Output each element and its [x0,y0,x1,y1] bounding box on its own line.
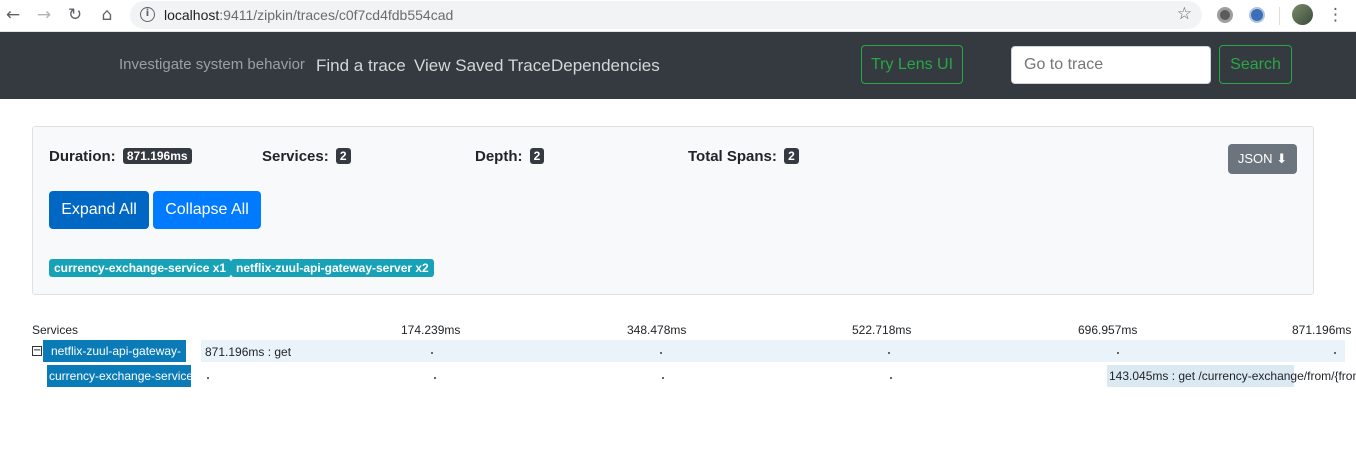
services-badge: 2 [335,148,351,164]
nav-view-saved-trace[interactable]: View Saved Trace [414,56,551,76]
brand-tagline: Investigate system behavior [119,56,305,73]
total-spans-badge: 2 [784,148,799,164]
collapse-toggle-icon[interactable]: − [32,346,42,356]
services-stat: Services: 2 [262,148,351,165]
grid-dot [1117,352,1119,354]
profile-avatar[interactable] [1292,4,1313,25]
nav-find-trace[interactable]: Find a trace [316,56,406,76]
service-badge-zuul-gateway[interactable]: netflix-zuul-api-gateway-server x2 [231,259,434,277]
back-icon[interactable]: ← [2,4,24,26]
toolbar-divider [1279,7,1280,25]
grid-dot [660,352,662,354]
grid-dot [1334,352,1336,354]
depth-stat: Depth: 2 [475,148,545,165]
grid-dot [888,352,890,354]
span-label[interactable]: 871.196ms : get [205,345,291,359]
depth-label: Depth: [475,148,523,165]
url-path: :9411/zipkin/traces/c0f7cd4fdb554cad [219,7,454,23]
nav-dependencies[interactable]: Dependencies [551,56,660,76]
bookmark-star-icon[interactable]: ☆ [1177,4,1192,24]
extension-icon[interactable] [1249,7,1265,23]
timeline-tick: 871.196ms [1292,323,1352,337]
grid-dot [434,377,436,379]
json-button-label: JSON [1237,151,1273,166]
duration-stat: Duration: 871.196ms [49,148,192,165]
span-label[interactable]: 143.045ms : get /currency-exchange/from/… [1109,369,1356,383]
go-to-trace-input[interactable] [1011,46,1211,84]
grid-dot [890,377,892,379]
trace-timeline: Services 174.239ms 348.478ms 522.718ms 6… [0,320,1356,400]
address-bar[interactable]: i localhost:9411/zipkin/traces/c0f7cd4fd… [130,1,1202,29]
grid-dot [431,352,433,354]
zipkin-navbar: Investigate system behavior Find a trace… [0,32,1356,99]
url-host: localhost [164,7,220,23]
timeline-tick: 348.478ms [627,323,687,337]
depth-badge: 2 [529,148,545,164]
total-spans-stat: Total Spans: 2 [688,148,799,165]
total-spans-label: Total Spans: [688,148,777,165]
reload-icon[interactable]: ↻ [64,4,86,26]
span-service-name[interactable]: currency-exchange-service [47,365,191,387]
timeline-tick: 522.718ms [852,323,912,337]
span-service-name[interactable]: netflix-zuul-api-gateway- [43,340,186,362]
grid-dot [662,377,664,379]
services-column-header: Services [32,323,79,337]
search-button[interactable]: Search [1219,45,1292,84]
service-badge-currency-exchange[interactable]: currency-exchange-service x1 [49,259,232,277]
url-text[interactable]: localhost:9411/zipkin/traces/c0f7cd4fdb5… [164,7,453,23]
duration-badge: 871.196ms [122,148,192,164]
try-lens-ui-button[interactable]: Try Lens UI [861,45,963,84]
services-label: Services: [262,148,329,165]
menu-kebab-icon[interactable]: ⋮ [1327,5,1344,25]
json-download-button[interactable]: JSON ⬇ [1228,144,1297,174]
browser-toolbar: ← → ↻ ⌂ i localhost:9411/zipkin/traces/c… [0,0,1356,32]
expand-all-button[interactable]: Expand All [49,191,149,229]
collapse-all-button[interactable]: Collapse All [153,191,261,229]
extension-icon[interactable] [1217,7,1233,23]
timeline-tick: 696.957ms [1078,323,1138,337]
duration-label: Duration: [49,148,116,165]
timeline-tick: 174.239ms [401,323,461,337]
info-icon[interactable]: i [140,7,155,22]
forward-icon[interactable]: → [33,4,55,26]
download-icon: ⬇ [1276,152,1288,167]
trace-summary-panel: Duration: 871.196ms Services: 2 Depth: 2… [32,126,1314,295]
home-icon[interactable]: ⌂ [96,4,118,26]
grid-dot [207,377,209,379]
span-row-highlight[interactable] [201,340,1345,362]
